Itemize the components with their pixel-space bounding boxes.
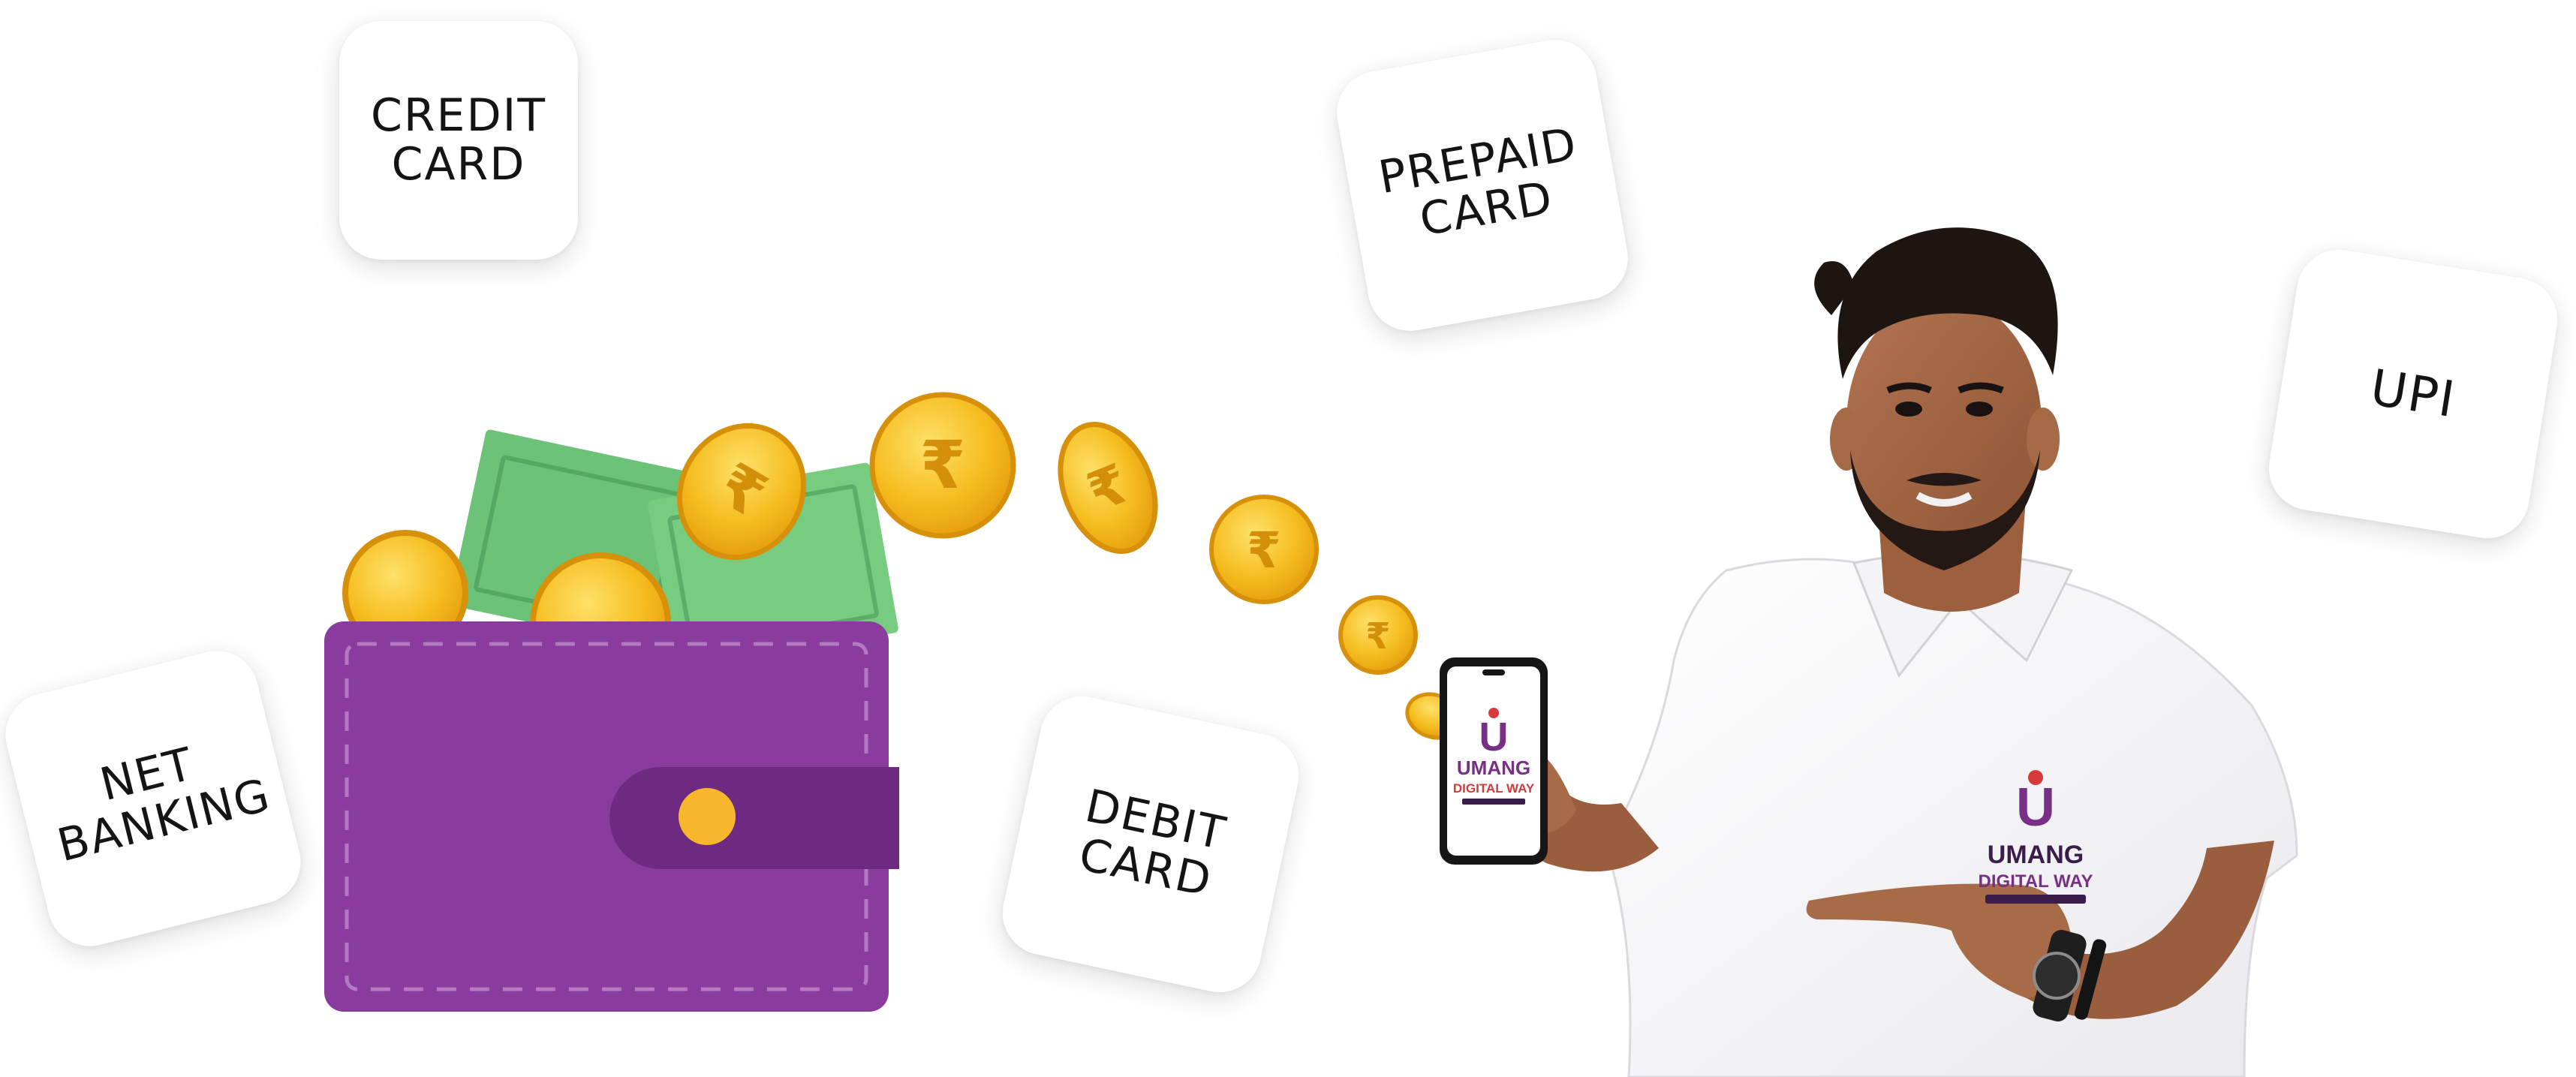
coin-symbol: ₹ (1247, 522, 1281, 579)
person-photo: U UMANG DIGITAL WAY (1467, 227, 2298, 1077)
phone-brand-tagline: DIGITAL WAY (1453, 781, 1535, 796)
phone-brand-name: UMANG (1457, 757, 1530, 779)
shirt-logo-letter: U (2016, 778, 2055, 838)
smartphone-icon: U UMANG DIGITAL WAY (1440, 657, 1548, 865)
wallet-icon (324, 429, 899, 1012)
payment-illustration: CREDIT CARD PREPAID CARD UPI NET BANKING… (0, 0, 2576, 1077)
shirt-brand-tagline: DIGITAL WAY (1979, 871, 2093, 892)
phone-logo-letter: U (1479, 714, 1509, 760)
illustration-art: ₹ ₹ ₹ ₹ ₹ U UMANG DIGITAL WAY U UMANG DI… (324, 227, 2298, 1077)
coin-symbol: ₹ (919, 426, 965, 504)
shirt-brand-name: UMANG (1988, 841, 2084, 869)
coin-symbol: ₹ (1365, 615, 1390, 657)
